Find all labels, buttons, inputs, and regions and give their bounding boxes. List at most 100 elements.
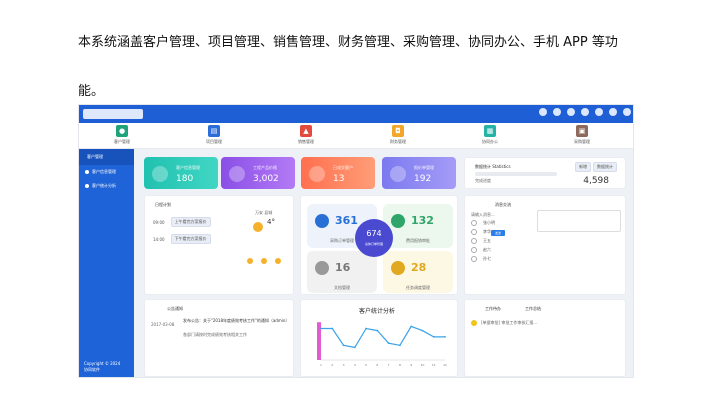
notice-extra: 各部门请按时完成绩效考核相关工作 — [183, 332, 247, 337]
chart-point — [410, 325, 413, 328]
chart-panel: 客户统计分析 1 2 3 4 5 6 7 8 9 10 11 12 — [300, 299, 458, 377]
notice-text[interactable]: 发布公告：关于"2018年度绩效考核工作"的通知（admin） — [183, 318, 291, 324]
radio-icon — [471, 229, 477, 235]
card-title: 工程产品价格 — [253, 165, 277, 170]
x-tick-label: 5 — [365, 363, 367, 367]
card-quotes[interactable]: 报价单管理 192 — [382, 157, 456, 189]
sidebar-item-customer-info[interactable]: 客户信息管理 — [79, 165, 134, 179]
todo-panel: 工作待办 工作总结 [单据审批] 审批工作审核汇报... — [464, 299, 626, 377]
schedule-time: 09:00 — [153, 219, 165, 225]
contact-name: 张小明 — [483, 220, 495, 225]
user-icon[interactable] — [623, 108, 631, 116]
notice-title: 公告通知 — [167, 306, 183, 311]
grid-icon[interactable] — [553, 108, 561, 116]
todo-title[interactable]: 工作待办 — [485, 306, 501, 312]
stats-button[interactable]: 数据统计 — [593, 162, 617, 172]
task-icon — [391, 261, 405, 275]
module-finance[interactable]: ◘ 财务管理 — [368, 125, 428, 147]
send-button[interactable]: 发送 — [491, 230, 505, 236]
overview-total-value: 674 — [366, 229, 382, 238]
module-bar: ● 客户管理 ▤ 项目管理 ▲ 销售管理 ◘ 财务管理 ▦ 协同办公 ▣ 采购管… — [79, 123, 633, 149]
x-tick-label: 8 — [399, 363, 401, 367]
contact-item[interactable]: 张小明 — [471, 220, 531, 226]
statistics-progress — [475, 172, 557, 176]
module-sales[interactable]: ▲ 销售管理 — [276, 125, 336, 147]
apps-icon[interactable] — [609, 108, 617, 116]
card-title: 已成交客户 — [333, 165, 353, 170]
contact-name: 王五 — [483, 238, 491, 243]
bell-icon[interactable] — [539, 108, 547, 116]
statistics-caption: 完成进度 — [475, 178, 491, 183]
sun-icon — [253, 222, 263, 232]
overview-item-expense[interactable]: 132 费用报销审批 — [383, 204, 453, 248]
contact-item[interactable]: 王五 — [471, 238, 531, 244]
module-purchase[interactable]: ▣ 采购管理 — [552, 125, 612, 147]
overview-item-tasks[interactable]: 28 任务调度管理 — [383, 251, 453, 293]
statistics-title: 数据统计 Statistics — [475, 164, 511, 169]
main-content: 客户信息管理 180 工程产品价格 3,002 已成交客户 13 报价单管理 1… — [134, 149, 633, 377]
card-customer-info[interactable]: 客户信息管理 180 — [144, 157, 218, 189]
help-icon[interactable] — [595, 108, 603, 116]
statistics-panel: 数据统计 Statistics 新增 数据统计 完成进度 4,598 — [464, 157, 626, 189]
x-tick-label: 6 — [376, 363, 378, 367]
schedule-time: 14:00 — [153, 236, 165, 242]
tab-work-summary[interactable]: 工作总结 — [525, 306, 541, 312]
expense-icon — [391, 214, 405, 228]
overview-item-docs[interactable]: 16 文档管理 — [307, 251, 377, 293]
todo-item[interactable]: [单据审批] 审批工作审核汇报... — [481, 320, 537, 326]
statistics-buttons: 新增 数据统计 — [575, 162, 617, 172]
copyright: Copyright © 2024 协同软件 — [84, 361, 120, 373]
contact-item[interactable]: 赵六 — [471, 247, 531, 253]
module-office[interactable]: ▦ 协同办公 — [460, 125, 520, 147]
statistics-value: 4,598 — [583, 176, 609, 186]
office-icon: ▦ — [484, 125, 496, 137]
document-icon — [315, 261, 329, 275]
message-input[interactable] — [537, 210, 621, 232]
x-tick-label: 4 — [354, 363, 356, 367]
schedule-item[interactable]: 09:00 上午看完方案报价 — [153, 217, 211, 227]
schedule-panel: 日程计划 09:00 上午看完方案报价 14:00 下午看完方案报价 万安 县城… — [144, 195, 294, 295]
intro-line-1: 本系统涵盖客户管理、项目管理、销售管理、财务管理、采购管理、协同办公、手机 AP… — [78, 35, 618, 50]
chart-point — [353, 346, 356, 349]
dashboard-screenshot: ● 客户管理 ▤ 项目管理 ▲ 销售管理 ◘ 财务管理 ▦ 协同办公 ▣ 采购管… — [78, 104, 634, 378]
overview-value: 132 — [411, 214, 434, 227]
notice-date: 2017-03-08 — [151, 322, 175, 327]
x-tick-label: 2 — [331, 363, 333, 367]
overview-label: 费用报销审批 — [406, 238, 430, 243]
contact-item[interactable]: 孙七 — [471, 256, 531, 262]
line-chart: 1 2 3 4 5 6 7 8 9 10 11 12 — [317, 322, 447, 367]
sidebar-item-label: 客户统计分析 — [92, 183, 116, 188]
chart-icon — [85, 184, 89, 188]
settings-icon[interactable] — [581, 108, 589, 116]
schedule-text: 下午看完方案报价 — [170, 234, 211, 244]
module-label: 财务管理 — [390, 139, 406, 144]
message-icon[interactable] — [567, 108, 575, 116]
sidebar-item-customer-stats[interactable]: 客户统计分析 — [79, 179, 134, 193]
chart-point — [365, 327, 367, 330]
top-bar-icons — [539, 108, 631, 116]
x-tick-label: 11 — [432, 363, 436, 367]
home-icon — [85, 170, 89, 174]
sun-icon — [275, 258, 281, 264]
card-product-price[interactable]: 工程产品价格 3,002 — [221, 157, 295, 189]
module-customer[interactable]: ● 客户管理 — [92, 125, 152, 147]
series-line — [321, 325, 445, 349]
module-label: 项目管理 — [206, 139, 222, 144]
x-tick-label: 7 — [388, 363, 390, 367]
chart-point — [331, 327, 334, 330]
x-tick-label: 12 — [443, 363, 447, 367]
overview-total-label: 总体订单管理 — [364, 242, 383, 246]
message-placeholder: 请输入消息... — [471, 212, 495, 217]
card-value: 192 — [414, 174, 432, 184]
card-value: 13 — [333, 174, 345, 184]
module-label: 客户管理 — [114, 139, 130, 144]
add-button[interactable]: 新增 — [575, 162, 591, 172]
contact-name: 孙七 — [483, 256, 491, 261]
overview-total[interactable]: 674 总体订单管理 — [355, 219, 393, 257]
card-icon — [229, 166, 245, 182]
card-closed-customers[interactable]: 已成交客户 13 — [301, 157, 375, 189]
schedule-item[interactable]: 14:00 下午看完方案报价 — [153, 234, 211, 244]
x-tick-label: 3 — [343, 363, 345, 367]
module-project[interactable]: ▤ 项目管理 — [184, 125, 244, 147]
weather-forecast — [247, 258, 281, 264]
